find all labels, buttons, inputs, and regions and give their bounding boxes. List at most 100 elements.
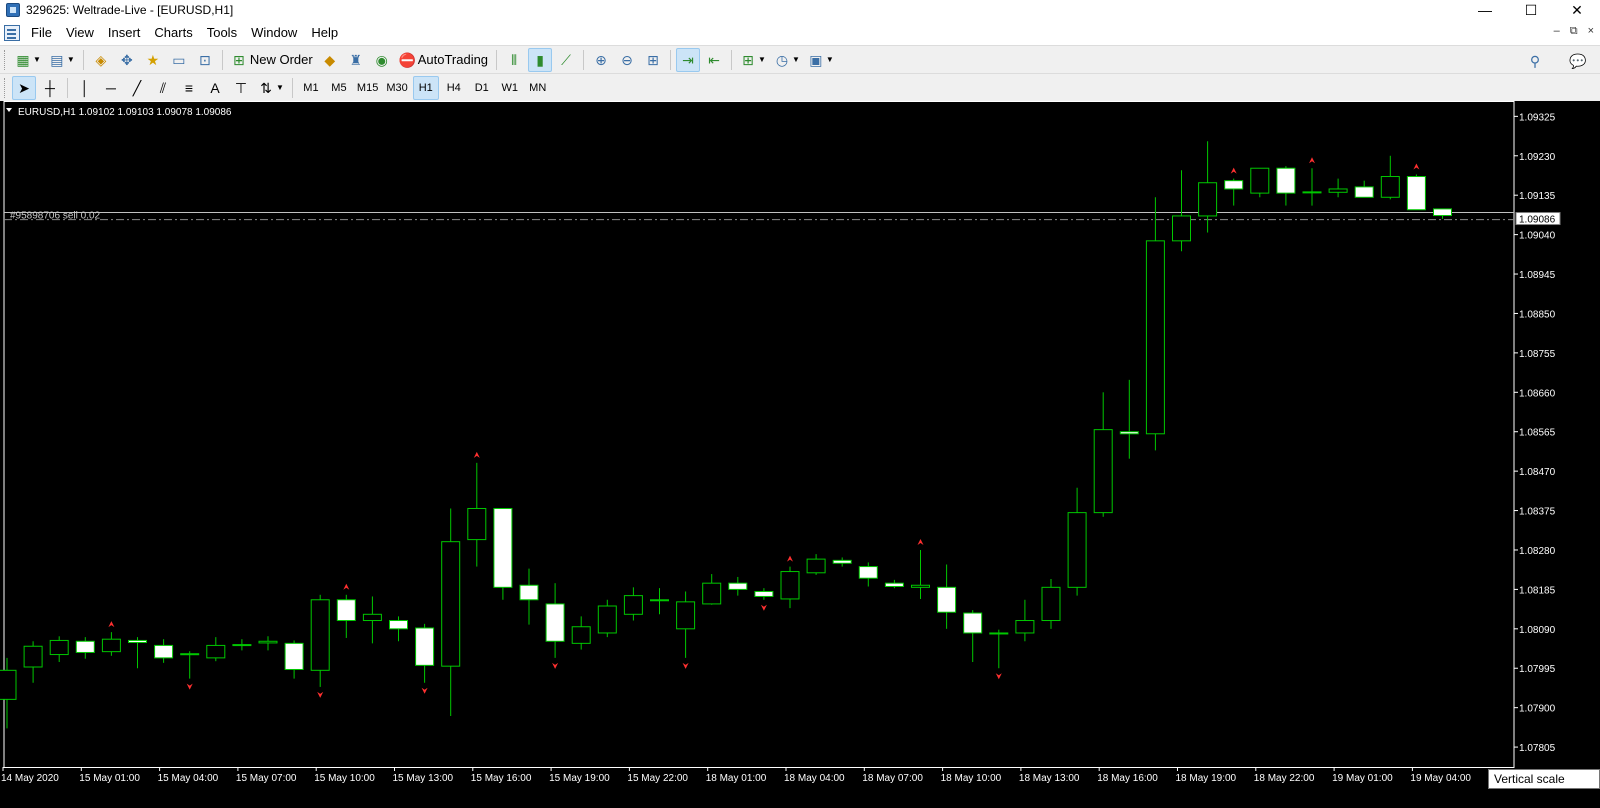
timeframe-h4[interactable]: H4: [441, 76, 467, 100]
new-order-button[interactable]: ⊞ New Order: [228, 48, 316, 72]
arrows-button[interactable]: ⇅ ▼: [255, 76, 287, 100]
terminal-icon: ▭: [172, 51, 186, 68]
vertical-line-button[interactable]: │: [73, 76, 97, 100]
templates-button[interactable]: ▣ ▼: [805, 48, 837, 72]
chart-window[interactable]: 1.09325 1.09230 1.09135 1.09040 1.08945 1.088…: [0, 101, 1600, 808]
toolbar-grip[interactable]: [4, 49, 7, 70]
menu-window[interactable]: Window: [244, 23, 304, 43]
order-line-label: #95898706 sell 0.02: [10, 211, 101, 222]
strategy-tester-icon: ⊡: [198, 51, 211, 68]
document-icon[interactable]: [4, 25, 20, 41]
timeframe-d1[interactable]: D1: [469, 76, 495, 100]
dropdown-arrow-icon: ▼: [66, 55, 75, 64]
menu-view[interactable]: View: [59, 23, 101, 43]
bull-candle: [441, 541, 461, 667]
zoom-in-button[interactable]: ⊕: [589, 48, 613, 72]
timeframe-m5[interactable]: M5: [326, 76, 352, 100]
minimize-icon[interactable]: —: [1462, 0, 1508, 20]
text-button[interactable]: A: [203, 76, 227, 100]
chart-shift-button[interactable]: ⇤: [702, 48, 726, 72]
dropdown-arrow-icon: ▼: [276, 83, 284, 92]
close-icon[interactable]: ✕: [1554, 0, 1600, 20]
timeframe-m1[interactable]: M1: [298, 76, 324, 100]
x-axis-tick-label: 18 May 22:00: [1254, 773, 1315, 784]
bear-candle: [415, 627, 435, 666]
bull-candle: [597, 605, 617, 634]
periods-button[interactable]: ◷ ▼: [771, 48, 803, 72]
cursor-button[interactable]: ➤: [12, 75, 36, 100]
new-order-label: New Order: [249, 52, 313, 67]
market-watch-button[interactable]: ◈: [89, 48, 113, 72]
bull-candle: [1198, 182, 1218, 217]
market-button[interactable]: ◉: [370, 48, 394, 72]
chart-info-collapse-icon[interactable]: [6, 108, 12, 112]
y-axis-tick-label: 1.07900: [1519, 704, 1556, 715]
chart-info-label: EURUSD,H1 1.09102 1.09103 1.09078 1.0908…: [18, 107, 232, 118]
zoom-out-button[interactable]: ⊖: [615, 48, 639, 72]
fractal-down-arrow: [421, 687, 428, 694]
metaeditor-icon: ◆: [324, 51, 336, 68]
timeframe-m15[interactable]: M15: [354, 76, 381, 100]
candlestick-chart-button[interactable]: ▮: [528, 47, 553, 72]
timeframe-m30[interactable]: M30: [383, 76, 410, 100]
autoscroll-button[interactable]: ⇥: [676, 47, 701, 72]
crosshair-button[interactable]: ┼: [38, 76, 62, 100]
chat-button[interactable]: 💬: [1565, 49, 1589, 73]
indicators-button[interactable]: ⊞ ▼: [737, 48, 769, 72]
menu-tools[interactable]: Tools: [200, 23, 244, 43]
menu-charts[interactable]: Charts: [147, 23, 199, 43]
channel-icon: ⫽: [159, 79, 167, 96]
bar-chart-button[interactable]: ⫴: [502, 48, 526, 72]
profiles-button[interactable]: ▤ ▼: [46, 48, 78, 72]
equidistant-channel-button[interactable]: ⫽: [151, 76, 175, 100]
search-button[interactable]: ⚲: [1523, 49, 1547, 73]
bull-candle: [206, 644, 226, 659]
bear-candle: [858, 566, 878, 579]
bull-candle: [702, 582, 722, 605]
line-chart-button[interactable]: ⟋: [554, 48, 578, 72]
strategy-tester-button[interactable]: ⊡: [193, 48, 217, 72]
vertical-scale-tooltip: Vertical scale: [1488, 769, 1600, 789]
timeframe-mn[interactable]: MN: [525, 76, 551, 100]
dropdown-arrow-icon: ▼: [791, 55, 800, 64]
bull-candle: [362, 613, 382, 622]
menu-file[interactable]: File: [24, 23, 59, 43]
data-window-button[interactable]: ✥: [115, 48, 139, 72]
y-axis-tick-label: 1.07995: [1519, 664, 1556, 675]
y-axis-tick-label: 1.09230: [1519, 152, 1556, 163]
toolbar-separator: [67, 77, 68, 98]
signals-button[interactable]: ♜: [344, 48, 368, 72]
timeframe-h1[interactable]: H1: [412, 75, 439, 100]
menu-insert[interactable]: Insert: [101, 23, 148, 43]
toolbar-separator: [731, 49, 733, 70]
autotrading-button[interactable]: ⛔ AutoTrading: [396, 48, 491, 72]
text-label-button[interactable]: ⊤: [229, 76, 253, 100]
terminal-button[interactable]: ▭: [167, 48, 191, 72]
bull-candle: [1302, 191, 1322, 194]
tile-windows-icon: ⊞: [647, 51, 659, 68]
bull-candle: [571, 626, 591, 644]
new-chart-button[interactable]: ▦ ▼: [12, 48, 44, 72]
menu-help[interactable]: Help: [304, 23, 345, 43]
bear-candle: [1224, 180, 1244, 190]
metaeditor-button[interactable]: ◆: [318, 48, 342, 72]
mdi-close-icon[interactable]: ×: [1588, 25, 1594, 38]
trendline-button[interactable]: ╱: [125, 76, 149, 100]
toolbar-grip[interactable]: [4, 77, 7, 98]
maximize-icon[interactable]: ☐: [1508, 0, 1554, 20]
fibonacci-button[interactable]: ≡: [177, 76, 201, 100]
timeframe-w1[interactable]: W1: [497, 76, 523, 100]
mdi-restore-icon[interactable]: ⧉: [1570, 25, 1578, 38]
horizontal-line-button[interactable]: ─: [99, 76, 123, 100]
title-bar: 329625: Weltrade-Live - [EURUSD,H1] — ☐ …: [0, 0, 1600, 20]
app-icon: [6, 3, 20, 17]
y-axis-tick-label: 1.08280: [1519, 546, 1556, 557]
navigator-button[interactable]: ★: [141, 48, 165, 72]
fractal-down-arrow: [682, 662, 689, 669]
x-axis-tick-label: 15 May 22:00: [627, 773, 688, 784]
price-chart[interactable]: 1.09325 1.09230 1.09135 1.09040 1.08945 1.088…: [0, 101, 1600, 808]
tile-windows-button[interactable]: ⊞: [641, 48, 665, 72]
mdi-minimize-icon[interactable]: –: [1554, 25, 1560, 38]
bull-candle: [1093, 429, 1113, 514]
bull-candle: [676, 601, 696, 630]
